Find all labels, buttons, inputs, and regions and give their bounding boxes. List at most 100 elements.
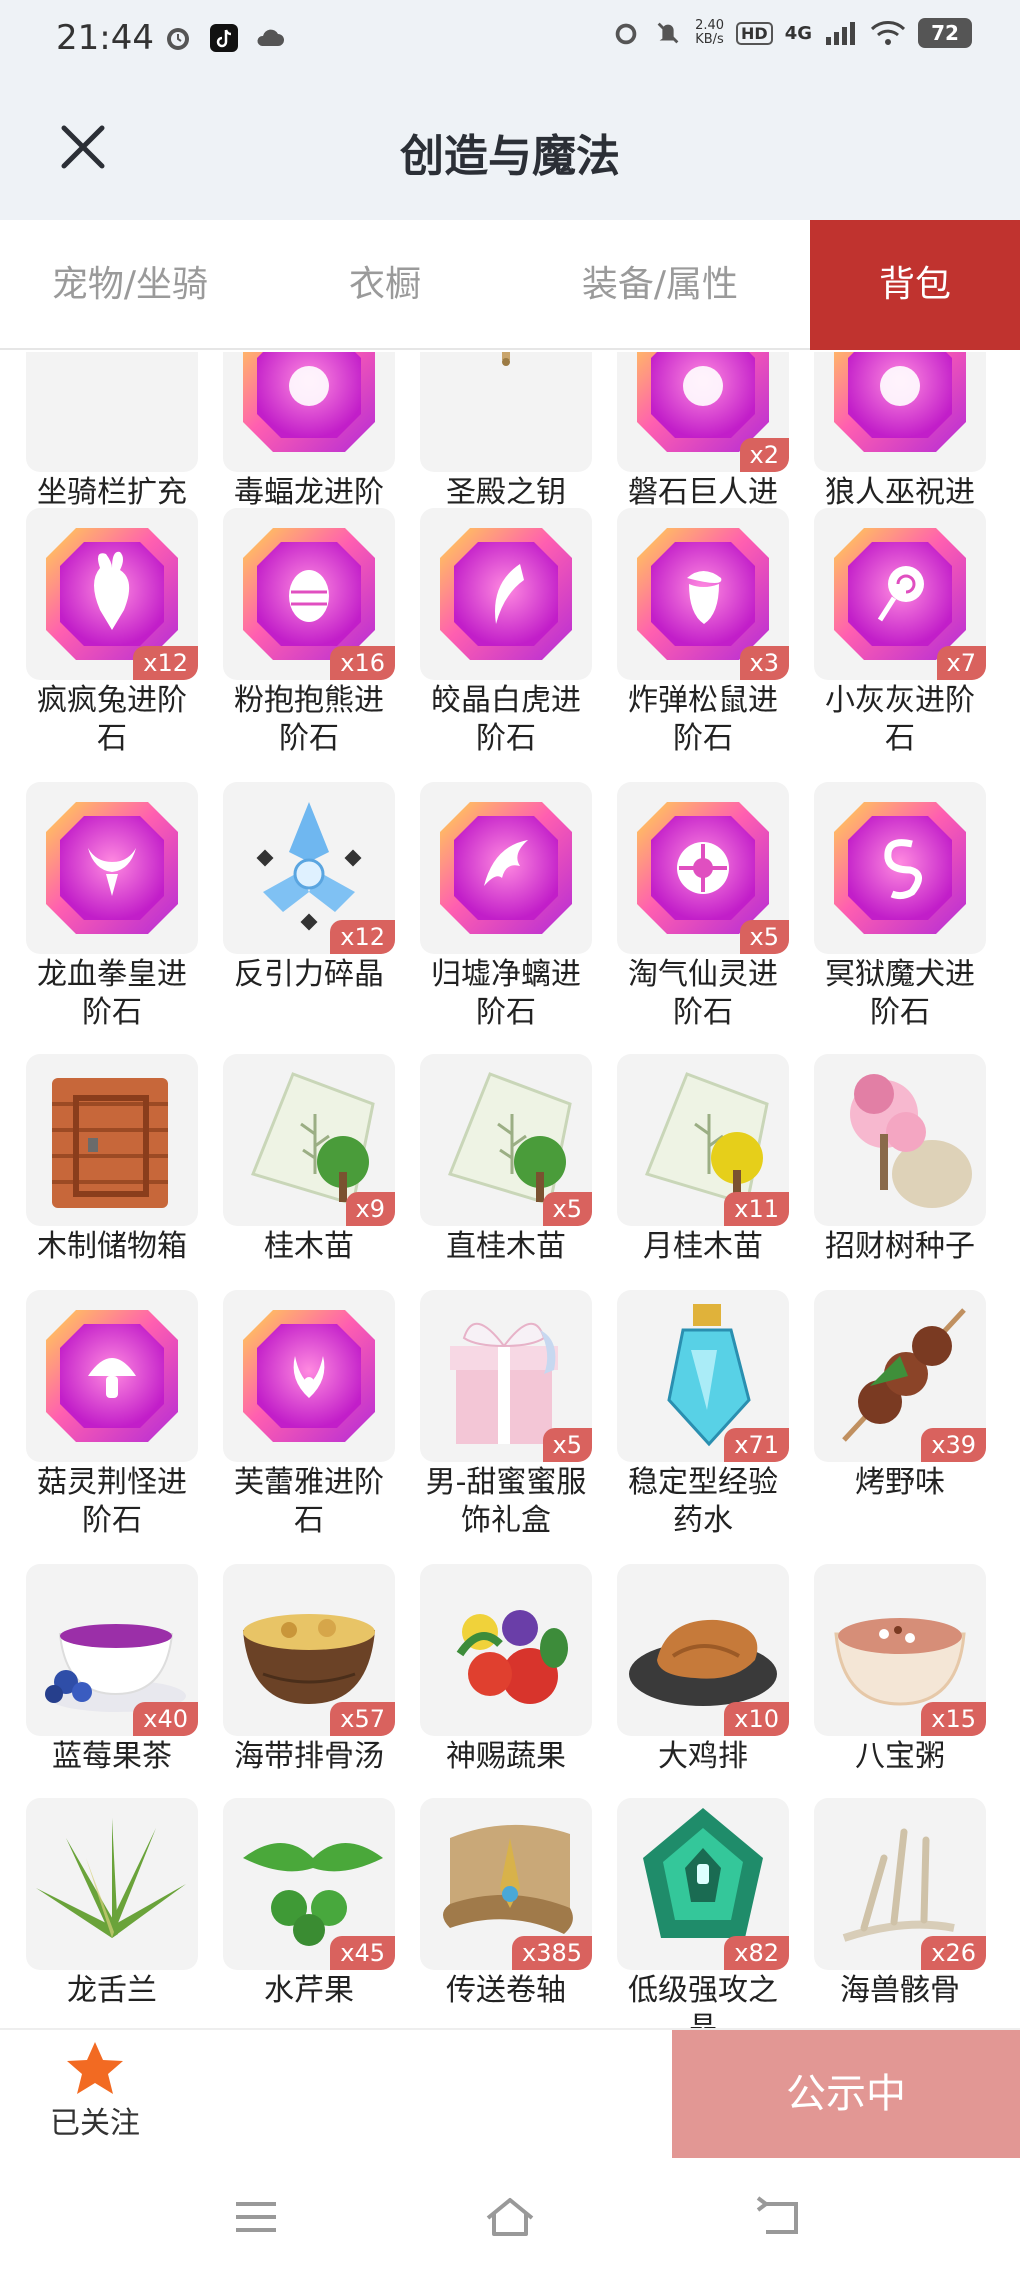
item-thumbnail: x12 <box>223 782 395 954</box>
signal-4g: 4G <box>784 22 812 44</box>
inventory-item[interactable]: x40 蓝莓果茶 <box>26 1564 198 1776</box>
inventory-item[interactable]: x5 男-甜蜜蜜服饰礼盒 <box>420 1290 592 1540</box>
inventory-item[interactable]: 芙蕾雅进阶石 <box>223 1290 395 1540</box>
item-count-badge: x57 <box>330 1702 395 1736</box>
item-thumbnail <box>26 782 198 954</box>
inventory-item[interactable]: 木制储物箱 <box>26 1054 198 1266</box>
inventory-item[interactable]: 圣殿之钥 <box>420 352 592 512</box>
tab-backpack[interactable]: 背包 <box>810 220 1020 350</box>
item-count-badge: x71 <box>724 1428 789 1462</box>
item-name: 冥狱魔犬进阶石 <box>825 957 975 1030</box>
status-bar: 21:44 2.40 KB/s HD 4G 72 <box>0 0 1020 78</box>
item-name: 海带排骨汤 <box>234 1739 384 1774</box>
inventory-item[interactable]: 菇灵荆怪进阶石 <box>26 1290 198 1540</box>
back-icon[interactable] <box>752 2192 808 2242</box>
tab-bar: 宠物/坐骑 衣橱 装备/属性 背包 <box>0 220 1020 350</box>
item-thumbnail: x5 <box>420 1054 592 1226</box>
item-count-badge: x39 <box>921 1428 986 1462</box>
item-name: 反引力碎晶 <box>234 957 384 992</box>
item-name: 芙蕾雅进阶石 <box>234 1465 384 1538</box>
inventory-item[interactable]: x11 月桂木苗 <box>617 1054 789 1266</box>
inventory-item[interactable]: x7 小灰灰进阶石 <box>814 508 986 758</box>
inventory-item[interactable]: 招财树种子 <box>814 1054 986 1266</box>
item-thumbnail <box>26 352 198 472</box>
item-thumbnail <box>814 1054 986 1226</box>
item-thumbnail: x2 <box>617 352 789 472</box>
item-name: 圣殿之钥 <box>446 475 566 510</box>
follow-button[interactable]: 已关注 <box>40 2040 150 2142</box>
item-count-badge: x5 <box>542 1428 592 1462</box>
item-name: 稳定型经验药水 <box>628 1465 778 1538</box>
inventory-item[interactable]: x12 反引力碎晶 <box>223 782 395 994</box>
inventory-item[interactable]: x5 直桂木苗 <box>420 1054 592 1266</box>
status-time: 21:44 <box>56 18 154 58</box>
inventory-item[interactable]: 归墟净螭进阶石 <box>420 782 592 1032</box>
tab-pets-mounts[interactable]: 宠物/坐骑 <box>0 220 260 350</box>
alarm-icon <box>167 28 189 50</box>
item-thumbnail: x10 <box>617 1564 789 1736</box>
item-count-badge: x10 <box>724 1702 789 1736</box>
item-name: 粉抱抱熊进阶石 <box>234 683 384 756</box>
item-thumbnail: x5 <box>617 782 789 954</box>
inventory-item[interactable]: 龙舌兰 <box>26 1798 198 2010</box>
item-thumbnail <box>814 782 986 954</box>
inventory-item[interactable]: x57 海带排骨汤 <box>223 1564 395 1776</box>
inventory-item[interactable]: x10 大鸡排 <box>617 1564 789 1776</box>
item-count-badge: x26 <box>921 1936 986 1970</box>
item-thumbnail: x39 <box>814 1290 986 1462</box>
item-thumbnail <box>26 1054 198 1226</box>
menu-icon[interactable] <box>228 2192 284 2242</box>
item-thumbnail: x5 <box>420 1290 592 1462</box>
item-thumbnail: x57 <box>223 1564 395 1736</box>
item-thumbnail <box>223 1290 395 1462</box>
item-thumbnail <box>420 1564 592 1736</box>
inventory-item[interactable]: x15 八宝粥 <box>814 1564 986 1776</box>
item-name: 木制储物箱 <box>37 1229 187 1264</box>
inventory-item[interactable]: x5 淘气仙灵进阶石 <box>617 782 789 1032</box>
inventory-item[interactable]: x12 疯疯兔进阶石 <box>26 508 198 758</box>
signal-icon <box>826 22 855 45</box>
item-thumbnail <box>814 352 986 472</box>
bottom-bar: 已关注 公示中 <box>0 2028 1020 2158</box>
item-count-badge: x12 <box>330 920 395 954</box>
inventory-item[interactable]: x3 炸弹松鼠进阶石 <box>617 508 789 758</box>
item-count-badge: x40 <box>133 1702 198 1736</box>
item-count-badge: x7 <box>936 646 986 680</box>
star-icon <box>67 2042 123 2094</box>
inventory-item[interactable]: 皎晶白虎进阶石 <box>420 508 592 758</box>
inventory-item[interactable]: x385 传送卷轴 <box>420 1798 592 2010</box>
inventory-item[interactable]: x39 烤野味 <box>814 1290 986 1502</box>
inventory-item[interactable]: x82低级强攻之晶 <box>617 1798 789 2028</box>
item-name: 海兽骸骨 <box>840 1973 960 2008</box>
item-name: 传送卷轴 <box>446 1973 566 2008</box>
item-thumbnail: x26 <box>814 1798 986 1970</box>
inventory-item[interactable]: x9 桂木苗 <box>223 1054 395 1266</box>
tiktok-icon <box>210 24 238 52</box>
home-icon[interactable] <box>482 2192 538 2242</box>
inventory-item[interactable]: x71 稳定型经验药水 <box>617 1290 789 1540</box>
item-name: 皎晶白虎进阶石 <box>431 683 581 756</box>
item-name: 归墟净螭进阶石 <box>431 957 581 1030</box>
item-count-badge: x12 <box>133 646 198 680</box>
item-name: 烤野味 <box>855 1465 945 1500</box>
inventory-item[interactable]: x16 粉抱抱熊进阶石 <box>223 508 395 758</box>
item-thumbnail: x7 <box>814 508 986 680</box>
tab-wardrobe[interactable]: 衣橱 <box>260 220 510 350</box>
item-thumbnail: x82 <box>617 1798 789 1970</box>
inventory-item[interactable]: 龙血拳皇进阶石 <box>26 782 198 1032</box>
item-name: 桂木苗 <box>264 1229 354 1264</box>
cloud-icon <box>257 29 284 46</box>
inventory-item[interactable]: x45 水芹果 <box>223 1798 395 2010</box>
item-name: 男-甜蜜蜜服饰礼盒 <box>425 1465 587 1538</box>
tab-equipment[interactable]: 装备/属性 <box>510 220 810 350</box>
publish-status-button[interactable]: 公示中 <box>672 2030 1020 2158</box>
item-name: 低级强攻之晶 <box>628 1973 778 2028</box>
item-name: 八宝粥 <box>855 1739 945 1774</box>
system-nav-bar <box>0 2158 1020 2274</box>
network-speed: 2.40 KB/s <box>695 18 725 47</box>
item-thumbnail <box>26 1290 198 1462</box>
inventory-item[interactable]: 冥狱魔犬进阶石 <box>814 782 986 1032</box>
inventory-item[interactable]: x26 海兽骸骨 <box>814 1798 986 2010</box>
inventory-item[interactable]: 神赐蔬果 <box>420 1564 592 1776</box>
item-name: 招财树种子 <box>825 1229 975 1264</box>
